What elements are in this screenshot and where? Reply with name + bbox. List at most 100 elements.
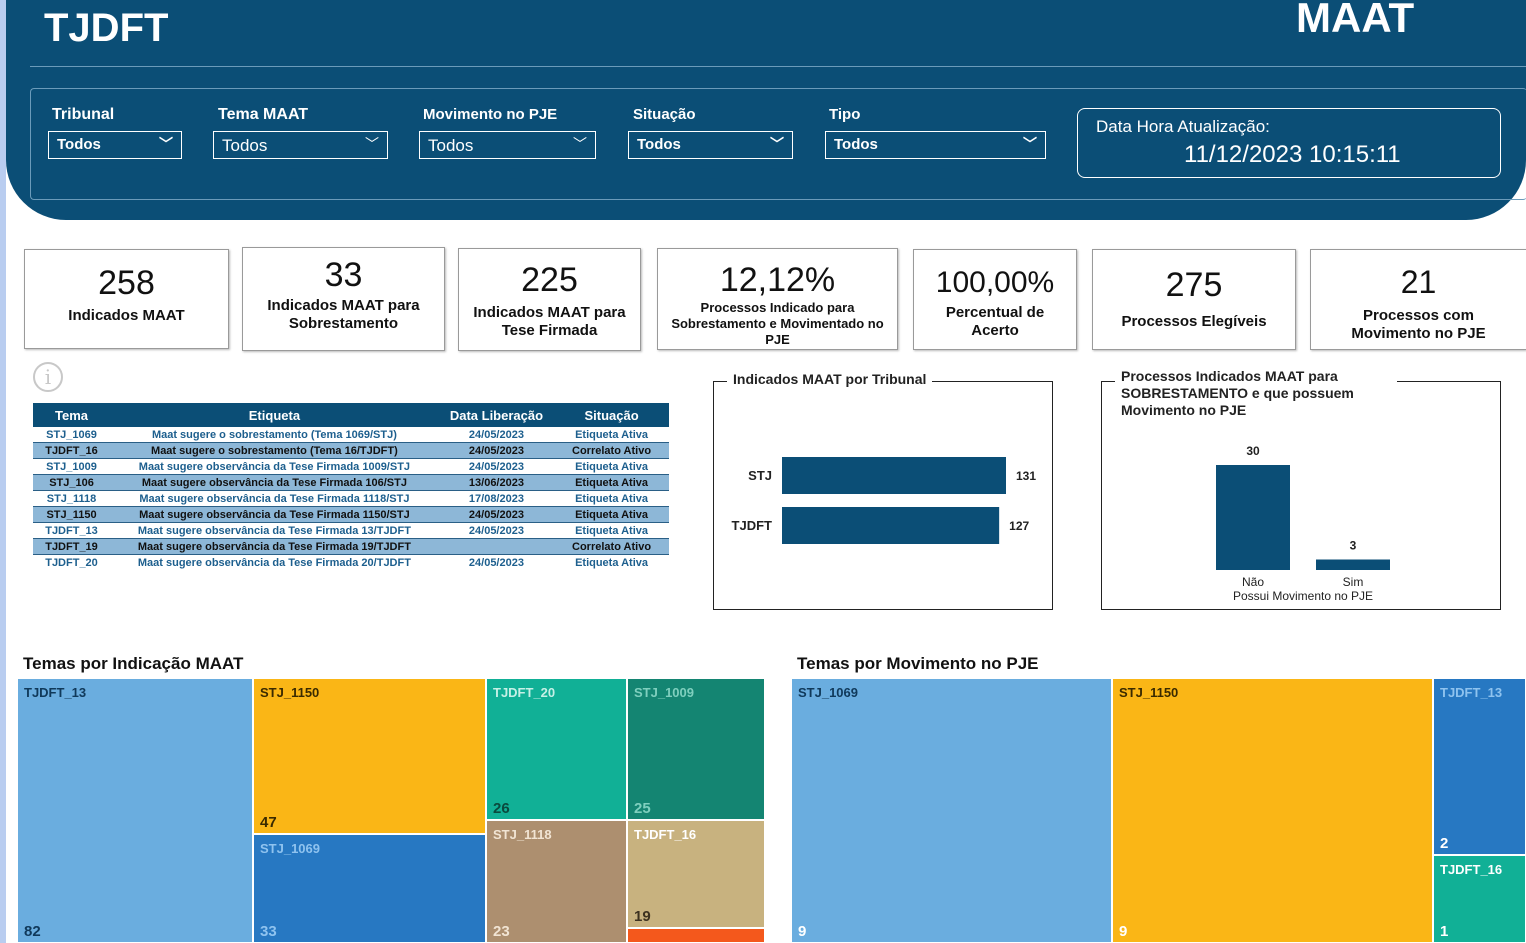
table-row[interactable]: TJDFT_19 Maat sugere observância da Tese … [33,538,669,555]
filter-situacao-select[interactable]: Todos ﹀ [628,131,793,159]
filter-label-tipo: Tipo [829,106,861,123]
chart-tribunal-svg: STJ 131 TJDFT 127 [732,457,1036,544]
bar-stj[interactable] [782,457,1006,494]
table-row[interactable]: TJDFT_16 Maat sugere o sobrestamento (Tem… [33,442,669,459]
kpi-label: Percentual de Acerto [945,304,1045,339]
update-box: Data Hora Atualização: 11/12/2023 10:15:… [1077,108,1501,178]
filter-tipo-select[interactable]: Todos ﹀ [825,131,1046,159]
treemap-tile[interactable]: STJ_1118 23 [486,820,627,943]
treemap-tile[interactable]: TJDFT_16 19 [627,820,765,928]
treemap-tile[interactable] [627,928,765,943]
column-header[interactable]: Etiqueta [110,403,439,427]
filter-situacao-value: Todos [637,136,681,153]
treemap-tile[interactable]: TJDFT_20 26 [486,678,627,820]
chart-title: Processos Indicados MAAT para SOBRESTAME… [1115,368,1397,419]
treemap-movimento-title: Temas por Movimento no PJE [797,654,1039,673]
treemap-tile-value: 25 [634,800,651,817]
treemap-indicacao: TJDFT_13 82 STJ_1150 47 STJ_1069 33 TJDF… [17,678,765,943]
cell-situacao: Etiqueta Ativa [554,522,669,539]
treemap-tile-value: 9 [798,923,807,940]
category-label: TJDFT [732,518,773,533]
treemap-tile[interactable]: TJDFT_13 82 [17,678,253,943]
treemap-tile[interactable]: STJ_1009 25 [627,678,765,820]
treemap-movimento: STJ_1069 9 STJ_1150 9 TJDFT_13 2 TJDFT_1… [791,678,1526,943]
kpi-value: 225 [521,261,578,299]
treemap-tile-label: TJDFT_13 [1440,685,1503,700]
info-icon[interactable]: i [33,362,63,392]
table-row[interactable]: TJDFT_13 Maat sugere observância da Tese … [33,522,669,539]
tick-label: Não [1242,575,1264,589]
kpi-label: Processos com Movimento no PJE [1351,307,1486,342]
cell-situacao: Etiqueta Ativa [554,490,669,507]
cell-etiqueta: Maat sugere o sobrestamento (Tema 1069/S… [110,427,439,443]
column-header[interactable]: Situação [554,403,669,427]
tick-label: Sim [1343,575,1364,589]
filter-label-tema: Tema MAAT [218,106,309,123]
cell-tema: TJDFT_20 [33,554,111,570]
treemap-tile-label: TJDFT_16 [1440,862,1503,877]
kpi-label: Indicados MAAT para Sobrestamento [267,297,420,332]
brand-title: TJDFT [44,6,169,50]
table-row[interactable]: STJ_1069 Maat sugere o sobrestamento (Tem… [33,427,669,443]
cell-data [438,538,555,555]
cell-tema: STJ_1069 [33,427,111,443]
treemap-tile[interactable]: STJ_1150 47 [253,678,486,834]
kpi-value: 12,12% [719,261,836,299]
filter-tribunal-value: Todos [57,136,101,153]
treemap-indicacao-title: Temas por Indicação MAAT [23,654,244,673]
cell-data: 13/06/2023 [438,474,555,491]
bar-tjdft[interactable] [782,507,1000,544]
chevron-down-icon: ﹀ [1023,136,1037,152]
table-header-row: Tema Etiqueta Data Liberação Situação [33,403,669,427]
cell-situacao: Etiqueta Ativa [554,458,669,475]
data-label: 127 [1009,519,1029,533]
treemap-tile[interactable]: STJ_1069 33 [253,834,486,943]
table-row[interactable]: STJ_106 Maat sugere observância da Tese F… [33,474,669,491]
cell-data: 24/05/2023 [438,522,555,539]
kpi-label: Processos Elegíveis [1121,313,1267,330]
treemap-tile-value: 26 [493,800,510,817]
filter-label-tribunal: Tribunal [52,106,115,123]
bar-sim[interactable] [1316,559,1390,571]
cell-etiqueta: Maat sugere observância da Tese Firmada … [110,522,439,539]
treemap-tile-label: TJDFT_16 [634,827,697,842]
kpi-value: 258 [98,264,155,302]
treemap-tile-value: 33 [260,923,277,940]
column-header[interactable]: Tema [33,403,111,427]
treemap-tile[interactable]: STJ_1150 9 [1112,678,1433,943]
table-row[interactable]: STJ_1150 Maat sugere observância da Tese … [33,506,669,523]
treemap-tile-value: 19 [634,908,651,925]
filter-tema-value: Todos [222,136,268,155]
cell-situacao: Etiqueta Ativa [554,474,669,491]
filter-tema-select[interactable]: Todos ﹀ [213,131,388,159]
table-row[interactable]: STJ_1118 Maat sugere observância da Tese … [33,490,669,507]
filter-movimento-select[interactable]: Todos ﹀ [419,131,596,159]
column-header[interactable]: Data Liberação [438,403,555,427]
cell-situacao: Correlato Ativo [554,442,669,459]
chart-title: Indicados MAAT por Tribunal [727,371,933,387]
cell-etiqueta: Maat sugere observância da Tese Firmada … [110,458,439,475]
cell-data: 17/08/2023 [438,490,555,507]
kpi-card: 275 Processos Elegíveis [1092,249,1296,350]
cell-etiqueta: Maat sugere observância da Tese Firmada … [110,538,439,555]
table-row[interactable]: TJDFT_20 Maat sugere observância da Tese … [33,554,669,570]
filter-movimento-value: Todos [428,136,474,155]
treemap-tile[interactable]: TJDFT_13 2 [1433,678,1526,855]
kpi-card: 12,12% Processos Indicado para Sobrestam… [657,248,898,350]
treemap-tile-value: 23 [493,923,510,940]
data-label: 30 [1246,444,1260,458]
app-title: MAAT [1296,0,1415,41]
cell-tema: TJDFT_19 [33,538,111,555]
kpi-value: 21 [1400,264,1437,300]
treemap-tile[interactable]: STJ_1069 9 [791,678,1112,943]
table-row[interactable]: STJ_1009 Maat sugere observância da Tese … [33,458,669,475]
filter-tribunal-select[interactable]: Todos ﹀ [48,131,182,159]
treemap-tile-label: TJDFT_13 [24,685,87,700]
cell-tema: STJ_1009 [33,458,111,475]
cell-tema: STJ_1150 [33,506,111,523]
kpi-card: 21 Processos com Movimento no PJE [1310,249,1526,350]
treemap-tile[interactable]: TJDFT_16 1 [1433,855,1526,943]
bar-não[interactable] [1216,465,1290,570]
treemap-tile-label: STJ_1069 [260,841,320,856]
kpi-label: Indicados MAAT para Tese Firmada [473,304,626,339]
